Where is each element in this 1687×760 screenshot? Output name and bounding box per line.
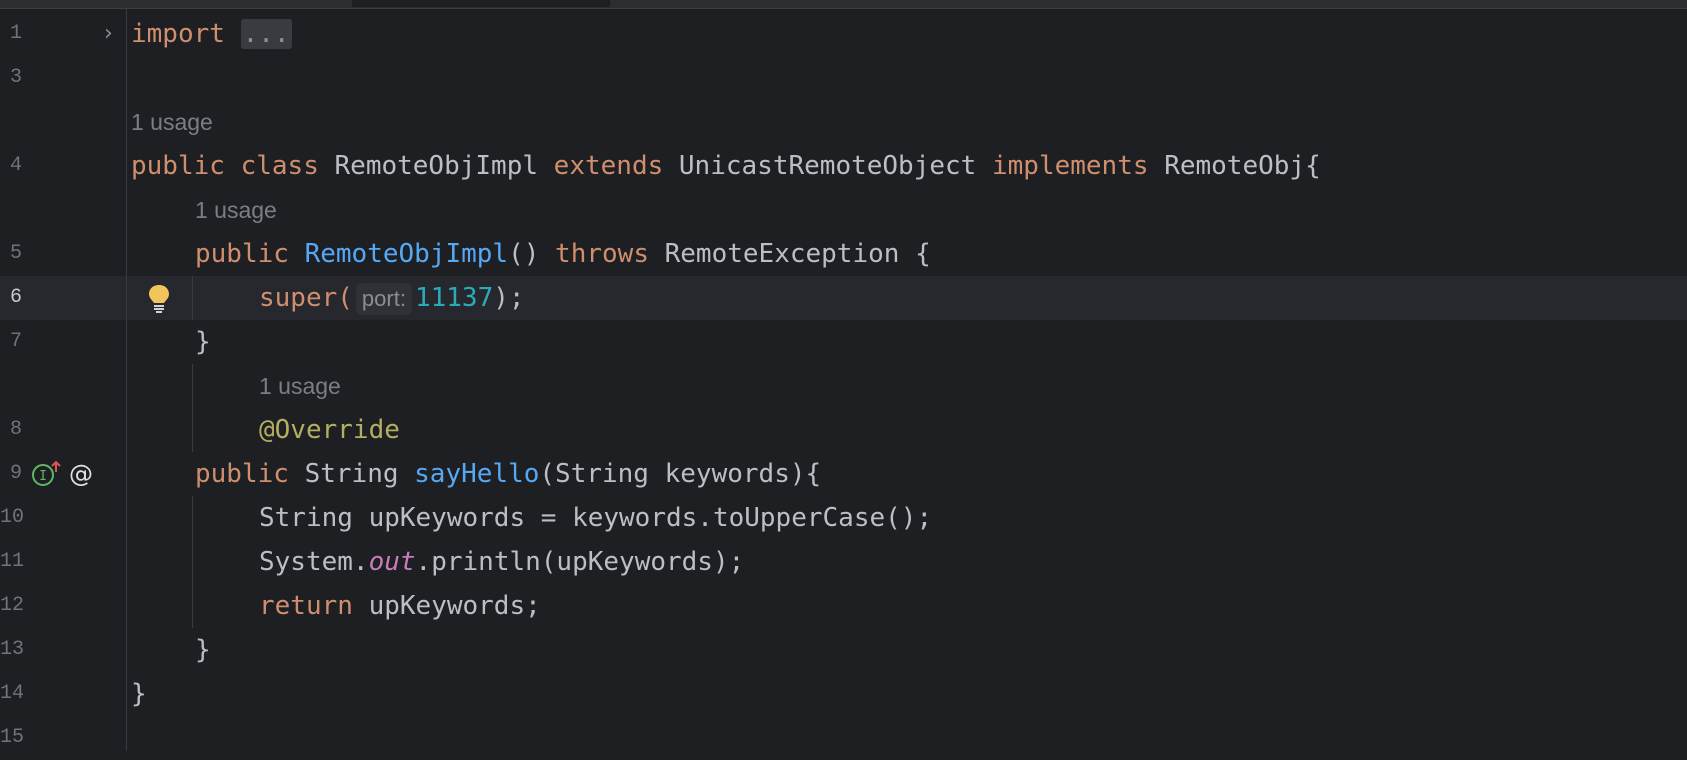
keyword: class (240, 151, 319, 181)
parameters: (String keywords){ (539, 459, 822, 489)
line-number: 8 (9, 418, 22, 441)
class-name: RemoteObjImpl (334, 151, 539, 181)
line-number: 10 (0, 506, 25, 529)
type-name: String (304, 459, 399, 489)
code-text[interactable]: public String sayHello(String keywords){ (195, 452, 821, 496)
keyword: super( (259, 283, 353, 313)
code-text[interactable]: } (131, 672, 147, 716)
keyword: public (195, 459, 289, 489)
code-line[interactable]: 9 I @ public String sayHello(String keyw… (0, 452, 1687, 496)
method-call: .println(upKeywords); (415, 547, 745, 577)
usage-hint[interactable]: 1 usage (259, 364, 341, 408)
code-text[interactable]: System.out.println(upKeywords); (259, 540, 744, 584)
active-tab-indicator[interactable] (352, 0, 610, 7)
indent-guide (192, 276, 193, 320)
usage-hint[interactable]: 1 usage (195, 188, 277, 232)
line-number: 9 (9, 462, 22, 485)
constructor-name: RemoteObjImpl (304, 239, 509, 269)
line-number: 7 (9, 330, 22, 353)
line-number: 4 (9, 154, 22, 177)
line-number: 14 (0, 682, 25, 705)
class-name: System. (259, 547, 369, 577)
code-text[interactable]: return upKeywords; (259, 584, 541, 628)
parameter-hint[interactable]: port: (355, 282, 412, 315)
code-line[interactable]: 15 (0, 716, 1687, 760)
number-literal: 11137 (414, 283, 494, 313)
static-field: out (368, 547, 416, 577)
line-number: 3 (9, 66, 22, 89)
class-name: UnicastRemoteObject (678, 151, 977, 181)
code-line[interactable]: 13 } (0, 628, 1687, 672)
keyword: public (195, 239, 289, 269)
code-line[interactable]: 12 return upKeywords; (0, 584, 1687, 628)
keyword: extends (553, 151, 664, 181)
code-line[interactable]: 11 System.out.println(upKeywords); (0, 540, 1687, 584)
svg-text:@: @ (69, 460, 93, 488)
identifier: upKeywords; (352, 591, 541, 621)
keyword: return (259, 591, 353, 621)
line-number: 5 (9, 242, 22, 265)
code-line[interactable]: 7 } (0, 320, 1687, 364)
code-line[interactable]: 4 public class RemoteObjImpl extends Uni… (0, 144, 1687, 188)
code-line[interactable]: 5 public RemoteObjImpl() throws RemoteEx… (0, 232, 1687, 276)
code-line[interactable]: 14 } (0, 672, 1687, 716)
code-text[interactable]: public class RemoteObjImpl extends Unica… (131, 144, 1321, 188)
code-text[interactable]: String upKeywords = keywords.toUpperCase… (259, 496, 932, 540)
code-text[interactable]: public RemoteObjImpl() throws RemoteExce… (195, 232, 931, 276)
editor-tab-bar (0, 0, 1687, 9)
indent-guide (192, 496, 193, 628)
line-number: 12 (0, 594, 25, 617)
keyword: public (131, 151, 225, 181)
code-text[interactable]: import ... (131, 12, 292, 56)
indent-guide (192, 364, 193, 452)
lightbulb-icon[interactable] (146, 284, 172, 314)
chevron-right-icon[interactable]: › (104, 12, 113, 56)
folded-imports[interactable]: ... (240, 19, 292, 49)
code-line[interactable]: 8 @Override (0, 408, 1687, 452)
line-number: 13 (0, 638, 25, 661)
svg-text:I: I (39, 469, 47, 484)
code-line[interactable]: 10 String upKeywords = keywords.toUpperC… (0, 496, 1687, 540)
code-line[interactable]: 1 › import ... (0, 12, 1687, 56)
class-name: RemoteObj{ (1164, 151, 1321, 181)
annotation[interactable]: @Override (259, 408, 400, 452)
inlay-hint-row: 1 usage (0, 364, 1687, 408)
gutter-divider (126, 9, 127, 751)
code-line-current[interactable]: 6 super(port: 11137); (0, 276, 1687, 320)
code-editor[interactable]: 1 › import ... 3 1 usage 4 public class … (0, 9, 1687, 751)
code-text[interactable]: } (195, 628, 211, 672)
code-text[interactable]: } (195, 320, 211, 364)
line-number: 11 (0, 550, 25, 573)
code-line[interactable]: 3 (0, 56, 1687, 100)
method-name: sayHello (414, 459, 540, 489)
keyword: import (131, 19, 225, 49)
line-number: 15 (0, 726, 25, 749)
punctuation: ); (493, 283, 525, 313)
code-text[interactable]: super(port: 11137); (259, 276, 525, 320)
keyword: throws (555, 239, 649, 269)
inlay-hint-row: 1 usage (0, 100, 1687, 144)
implemented-method-icon[interactable]: I @ (30, 460, 100, 488)
usage-hint[interactable]: 1 usage (131, 100, 213, 144)
exception-name: RemoteException { (664, 239, 931, 269)
line-number: 1 (9, 22, 22, 45)
inlay-hint-row: 1 usage (0, 188, 1687, 232)
parens: () (508, 239, 540, 269)
keyword: implements (991, 151, 1149, 181)
line-number: 6 (9, 286, 22, 309)
